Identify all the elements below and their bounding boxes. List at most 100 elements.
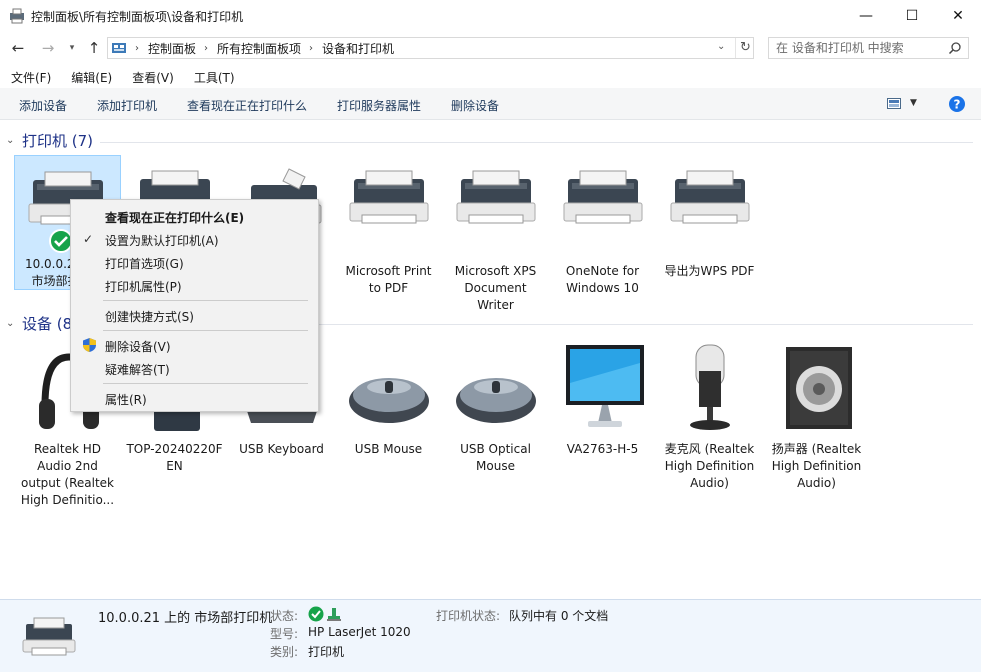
breadcrumb-devices-printers[interactable]: 设备和打印机 (322, 40, 394, 57)
uac-shield-icon (83, 338, 96, 352)
device-label: 麦克风 (Realtek High Definition Audio) (664, 442, 755, 490)
device-label: TOP-20240220F EN (126, 442, 223, 473)
device-label: VA2763-H-5 (566, 442, 639, 456)
minimize-button[interactable]: — (843, 0, 889, 32)
printers-group-header[interactable]: ⌄ 打印机 (7) (6, 130, 93, 151)
detail-status-label: 状态: (270, 609, 299, 623)
context-menu: 查看现在正在打印什么(E) ✓ 设置为默认打印机(A) 打印首选项(G) 打印机… (70, 199, 319, 412)
navigation-bar: ← → ▾ ↑ › 控制面板 › 所有控制面板项 › 设备和打印机 ⌄ ↻ (0, 32, 981, 64)
detail-category-label: 类别: (270, 645, 299, 659)
printer-label: Microsoft XPS Document Writer (454, 264, 537, 312)
printer-label: Microsoft Print to PDF (345, 264, 432, 295)
ctx-create-shortcut[interactable]: 创建快捷方式(S) (105, 308, 194, 325)
menu-edit[interactable]: 编辑(E) (61, 69, 122, 86)
collapse-chevron-icon[interactable]: ⌄ (6, 135, 20, 146)
address-dropdown-chevron-icon[interactable]: ⌄ (717, 41, 725, 52)
collapse-chevron-icon[interactable]: ⌄ (6, 318, 20, 329)
speaker-icon (785, 347, 852, 429)
address-bar[interactable]: › 控制面板 › 所有控制面板项 › 设备和打印机 ⌄ ↻ (107, 37, 754, 59)
menu-bar: 文件(F) 编辑(E) 查看(V) 工具(T) (0, 66, 981, 88)
detail-printer-status-value: 队列中有 0 个文档 (509, 609, 609, 623)
detail-category-value: 打印机 (308, 645, 345, 659)
mouse-icon (455, 378, 536, 423)
command-bar: 添加设备 添加打印机 查看现在正在打印什么 打印服务器属性 删除设备 ▼ (0, 88, 981, 120)
device-label: USB Keyboard (239, 442, 324, 456)
printer-item-ms-xps[interactable]: Microsoft XPS Document Writer (442, 155, 549, 314)
refresh-icon[interactable]: ↻ (735, 38, 755, 58)
printer-item-ms-print-pdf[interactable]: Microsoft Print to PDF (335, 155, 442, 297)
printer-icon (456, 170, 535, 224)
menu-separator (103, 330, 308, 331)
devices-group-header[interactable]: ⌄ 设备 (8) (6, 313, 78, 334)
device-label: Realtek HD Audio 2nd output (Realtek Hig… (20, 442, 115, 507)
ctx-troubleshoot[interactable]: 疑难解答(T) (105, 361, 170, 378)
search-input[interactable] (769, 38, 939, 58)
printer-label: 导出为WPS PDF (664, 264, 755, 278)
monitor-icon (565, 345, 644, 427)
menu-file[interactable]: 文件(F) (0, 69, 61, 86)
ctx-see-whats-printing[interactable]: 查看现在正在打印什么(E) (105, 209, 244, 226)
microphone-icon (689, 344, 730, 430)
detail-model-label: 型号: (270, 627, 299, 641)
change-view-icon[interactable] (887, 98, 901, 109)
back-arrow-icon[interactable]: ← (8, 38, 28, 58)
network-connected-icon (327, 608, 341, 621)
breadcrumb-separator-icon[interactable]: › (309, 43, 313, 54)
print-server-properties-button[interactable]: 打印服务器属性 (337, 97, 421, 114)
ctx-properties[interactable]: 属性(R) (105, 391, 147, 408)
help-icon[interactable]: ? (948, 95, 966, 113)
device-item-usb-mouse[interactable]: USB Mouse (335, 343, 442, 458)
checkmark-icon: ✓ (83, 232, 94, 246)
ctx-printer-properties[interactable]: 打印机属性(P) (105, 278, 182, 295)
ctx-printing-preferences[interactable]: 打印首选项(G) (105, 255, 184, 272)
recent-locations-chevron-icon[interactable]: ▾ (62, 38, 82, 58)
printer-label: OneNote for Windows 10 (565, 264, 640, 295)
detail-printer-status-label: 打印机状态: (436, 609, 501, 623)
control-panel-icon (112, 43, 126, 53)
add-device-button[interactable]: 添加设备 (19, 97, 67, 114)
detail-model-value: HP LaserJet 1020 (308, 625, 411, 639)
menu-tools[interactable]: 工具(T) (184, 69, 245, 86)
device-item-monitor[interactable]: VA2763-H-5 (549, 343, 656, 458)
details-pane: 10.0.0.21 上的 市场部打印机 状态: 型号: HP LaserJet … (0, 599, 981, 672)
breadcrumb-all-items[interactable]: 所有控制面板项 (217, 40, 301, 57)
svg-text:?: ? (954, 98, 961, 112)
breadcrumb-control-panel[interactable]: 控制面板 (148, 40, 196, 57)
printer-icon (563, 170, 642, 224)
devices-printers-icon (10, 8, 24, 24)
add-printer-button[interactable]: 添加打印机 (97, 97, 157, 114)
see-whats-printing-button[interactable]: 查看现在正在打印什么 (187, 97, 307, 114)
menu-separator (103, 383, 308, 384)
ctx-set-default-printer[interactable]: 设置为默认打印机(A) (105, 232, 219, 249)
mouse-icon (348, 378, 429, 423)
menu-separator (103, 300, 308, 301)
device-item-speaker[interactable]: 扬声器 (Realtek High Definition Audio) (763, 343, 870, 492)
printers-group-title: 打印机 (7) (22, 132, 94, 150)
maximize-button[interactable]: ☐ (889, 0, 935, 32)
device-label: USB Optical Mouse (460, 442, 531, 473)
menu-view[interactable]: 查看(V) (122, 69, 184, 86)
up-arrow-icon[interactable]: ↑ (84, 38, 104, 58)
window-title: 控制面板\所有控制面板项\设备和打印机 (31, 10, 244, 24)
search-icon[interactable] (948, 41, 962, 55)
printer-icon (22, 617, 76, 656)
close-button[interactable]: ✕ (935, 0, 981, 32)
printer-item-wps-pdf[interactable]: 导出为WPS PDF (656, 155, 763, 280)
remove-device-button[interactable]: 删除设备 (451, 97, 499, 114)
device-label: USB Mouse (354, 442, 423, 456)
breadcrumb-separator-icon[interactable]: › (204, 43, 208, 54)
device-item-usb-optical-mouse[interactable]: USB Optical Mouse (442, 343, 549, 475)
group-divider (100, 142, 973, 143)
device-label: 扬声器 (Realtek High Definition Audio) (771, 442, 862, 490)
breadcrumb-separator-icon[interactable]: › (135, 43, 139, 54)
printer-icon (349, 170, 428, 224)
status-ok-icon (308, 606, 324, 622)
forward-arrow-icon[interactable]: → (38, 38, 58, 58)
ctx-remove-device[interactable]: 删除设备(V) (105, 338, 171, 355)
title-bar: 控制面板\所有控制面板项\设备和打印机 — ☐ ✕ (0, 0, 981, 32)
printer-item-onenote[interactable]: OneNote for Windows 10 (549, 155, 656, 297)
detail-device-name: 10.0.0.21 上的 市场部打印机 (98, 611, 273, 626)
device-item-microphone[interactable]: 麦克风 (Realtek High Definition Audio) (656, 343, 763, 492)
search-box[interactable] (768, 37, 969, 59)
view-options-chevron-icon[interactable]: ▼ (910, 98, 917, 108)
